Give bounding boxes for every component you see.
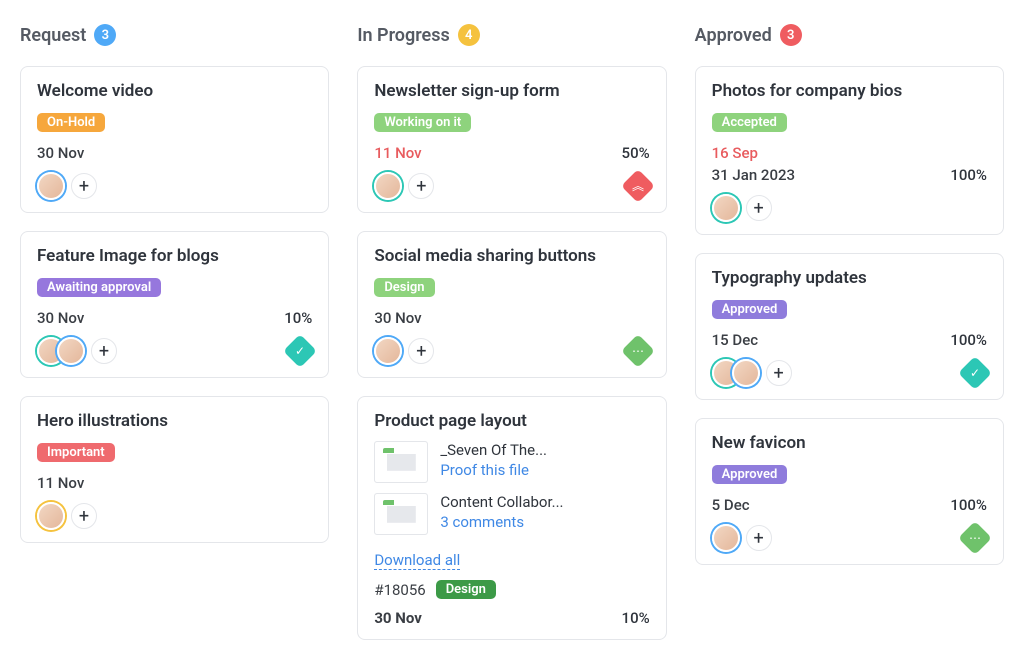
add-assignee-button[interactable]: + xyxy=(71,503,97,529)
assignee-avatars: + xyxy=(37,337,117,365)
priority-icon: ⋯ xyxy=(958,521,992,555)
add-assignee-button[interactable]: + xyxy=(408,173,434,199)
attachment-action-link[interactable]: 3 comments xyxy=(440,513,563,531)
assignee-avatars: + xyxy=(712,524,772,552)
card-title: Photos for company bios xyxy=(712,81,987,101)
priority-icon: ︽ xyxy=(621,169,655,203)
attachment-thumb[interactable] xyxy=(374,441,428,483)
card-title: Hero illustrations xyxy=(37,411,312,431)
card-title: Feature Image for blogs xyxy=(37,246,312,266)
column-count-badge: 4 xyxy=(458,24,480,46)
kanban-column: Request3Welcome videoOn-Hold30 Nov+Featu… xyxy=(20,24,329,658)
kanban-card[interactable]: Typography updates Approved 15 Dec 100% + ✓ xyxy=(695,253,1004,400)
add-assignee-button[interactable]: + xyxy=(746,525,772,551)
add-assignee-button[interactable]: + xyxy=(766,360,792,386)
status-tag: On-Hold xyxy=(37,113,105,132)
card-title: Social media sharing buttons xyxy=(374,246,649,266)
status-tag: Approved xyxy=(712,465,788,484)
priority-icon: ✓ xyxy=(958,356,992,390)
card-title: Typography updates xyxy=(712,268,987,288)
card-date: 30 Nov xyxy=(37,309,84,327)
column-title: Request xyxy=(20,25,86,46)
status-tag: Awaiting approval xyxy=(37,278,161,297)
column-count-badge: 3 xyxy=(94,24,116,46)
card-percent: 100% xyxy=(950,166,987,184)
attachment-name: Content Collabor... xyxy=(440,493,563,511)
avatar[interactable] xyxy=(37,502,65,530)
avatar[interactable] xyxy=(374,172,402,200)
attachment-action-link[interactable]: Proof this file xyxy=(440,461,547,479)
priority-icon: ✓ xyxy=(283,334,317,368)
add-assignee-button[interactable]: + xyxy=(91,338,117,364)
column-title: Approved xyxy=(695,25,772,46)
kanban-card[interactable]: Feature Image for blogs Awaiting approval… xyxy=(20,231,329,378)
add-assignee-button[interactable]: + xyxy=(71,173,97,199)
assignee-avatars: + xyxy=(37,502,97,530)
card-date: 30 Nov xyxy=(37,144,84,162)
assignee-avatars: + xyxy=(37,172,97,200)
kanban-card[interactable]: New favicon Approved 5 Dec 100% + ⋯ xyxy=(695,418,1004,565)
card-date-secondary: 31 Jan 2023 xyxy=(712,166,795,184)
avatar[interactable] xyxy=(712,524,740,552)
card-date: 30 Nov xyxy=(374,309,421,327)
column-header: Request 3 xyxy=(20,24,329,46)
download-all-link[interactable]: Download all xyxy=(374,551,460,570)
card-percent: 100% xyxy=(950,331,987,349)
status-tag: Accepted xyxy=(712,113,787,132)
card-title: New favicon xyxy=(712,433,987,453)
attachment: Content Collabor... 3 comments xyxy=(374,493,649,535)
kanban-card[interactable]: Photos for company bios Accepted 16 Sep 31 … xyxy=(695,66,1004,235)
status-tag: Approved xyxy=(712,300,788,319)
kanban-column: Approved 3 Photos for company bios Accepted… xyxy=(695,24,1004,658)
assignee-avatars: + xyxy=(712,194,772,222)
kanban-card[interactable]: Product page layout _Seven Of The... Proof… xyxy=(357,396,666,640)
avatar[interactable] xyxy=(57,337,85,365)
kanban-card[interactable]: Social media sharing buttons Design 30 Nov… xyxy=(357,231,666,378)
attachment-name: _Seven Of The... xyxy=(440,441,547,459)
attachment-thumb[interactable] xyxy=(374,493,428,535)
add-assignee-button[interactable]: + xyxy=(746,195,772,221)
kanban-card[interactable]: Hero illustrations Important 11 Nov + xyxy=(20,396,329,543)
column-title: In Progress xyxy=(357,25,449,46)
avatar[interactable] xyxy=(374,337,402,365)
column-header: In Progress 4 xyxy=(357,24,666,46)
column-header: Approved 3 xyxy=(695,24,1004,46)
card-id: #18056 xyxy=(374,581,425,599)
card-percent: 10% xyxy=(284,309,312,327)
status-tag: Working on it xyxy=(374,113,471,132)
card-percent: 10% xyxy=(622,609,650,627)
card-title: Welcome video xyxy=(37,81,312,101)
assignee-avatars: + xyxy=(374,172,434,200)
assignee-avatars: + xyxy=(374,337,434,365)
status-tag: Design xyxy=(374,278,434,297)
priority-icon: ⋯ xyxy=(621,334,655,368)
add-assignee-button[interactable]: + xyxy=(408,338,434,364)
kanban-column: In Progress 4 Newsletter sign-up form Worki… xyxy=(357,24,666,658)
card-date: 30 Nov xyxy=(374,609,421,627)
card-title: Newsletter sign-up form xyxy=(374,81,649,101)
kanban-card[interactable]: Welcome video On-Hold 30 Nov + xyxy=(20,66,329,213)
card-title: Product page layout xyxy=(374,411,649,431)
status-tag: Important xyxy=(37,443,115,462)
card-date: 11 Nov xyxy=(374,144,421,162)
kanban-card[interactable]: Newsletter sign-up form Working on it 11 N… xyxy=(357,66,666,213)
card-percent: 100% xyxy=(950,496,987,514)
card-percent: 50% xyxy=(622,144,650,162)
avatar[interactable] xyxy=(712,194,740,222)
card-date: 15 Dec xyxy=(712,331,758,349)
card-date: 5 Dec xyxy=(712,496,750,514)
card-date: 11 Nov xyxy=(37,474,84,492)
attachment: _Seven Of The... Proof this file xyxy=(374,441,649,483)
column-count-badge: 3 xyxy=(780,24,802,46)
avatar[interactable] xyxy=(732,359,760,387)
card-date: 16 Sep xyxy=(712,144,758,162)
avatar[interactable] xyxy=(37,172,65,200)
status-tag: Design xyxy=(436,580,496,599)
assignee-avatars: + xyxy=(712,359,792,387)
